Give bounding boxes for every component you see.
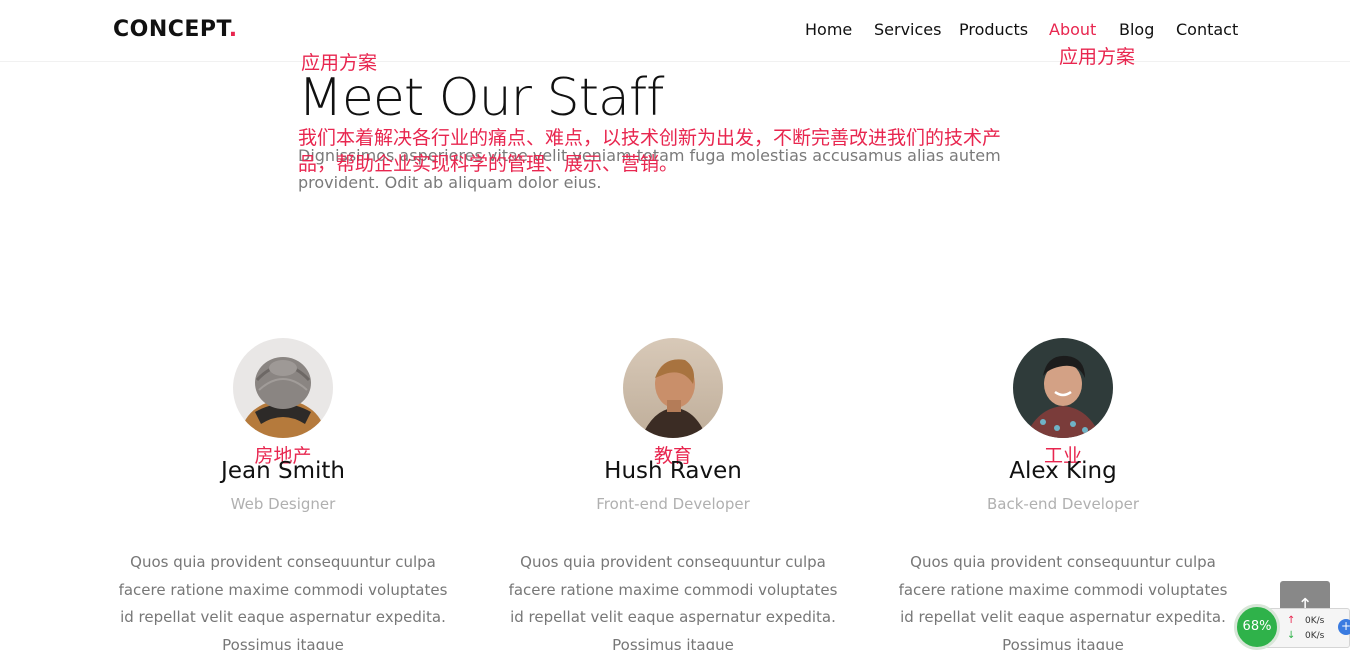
staff-role: Back-end Developer bbox=[987, 495, 1139, 513]
upload-arrow-icon: ↑ bbox=[1287, 615, 1296, 626]
plus-icon[interactable]: + bbox=[1338, 619, 1350, 635]
lead-overlay-note: 我们本着解决各行业的痛点、难点，以技术创新为出发，不断完善改进我们的技术产品，帮… bbox=[298, 127, 1002, 175]
site-logo[interactable]: CONCEPT. bbox=[113, 17, 238, 42]
logo-text: CONCEPT bbox=[113, 17, 229, 42]
download-arrow-icon: ↓ bbox=[1287, 630, 1296, 641]
network-speed-widget[interactable]: ↑ 0K/s ↓ 0K/s 68% + bbox=[1234, 604, 1350, 650]
staff-name: Alex King bbox=[1009, 458, 1117, 484]
nav-products[interactable]: Products bbox=[959, 20, 1028, 39]
profile-man-avatar bbox=[623, 338, 723, 438]
nav-about[interactable]: About bbox=[1049, 20, 1096, 39]
site-header: CONCEPT. Home Services Products About Bl… bbox=[0, 0, 1350, 62]
nav-home[interactable]: Home bbox=[805, 20, 852, 39]
nav-blog[interactable]: Blog bbox=[1119, 20, 1154, 39]
staff-name: Hush Raven bbox=[604, 458, 742, 484]
staff-name: Jean Smith bbox=[221, 458, 345, 484]
download-speed: 0K/s bbox=[1305, 631, 1325, 641]
staff-role: Front-end Developer bbox=[596, 495, 750, 513]
staff-bio: Quos quia provident consequuntur culpa f… bbox=[898, 553, 1228, 650]
staff-role: Web Designer bbox=[230, 495, 336, 513]
nav-services[interactable]: Services bbox=[874, 20, 941, 39]
page-title: Meet Our Staff bbox=[298, 68, 664, 128]
beanie-person-avatar bbox=[233, 338, 333, 438]
logo-dot: . bbox=[228, 17, 238, 42]
memory-usage-badge: 68% bbox=[1234, 604, 1280, 650]
nav-contact[interactable]: Contact bbox=[1176, 20, 1238, 39]
nav-overlay-note: 应用方案 bbox=[1059, 46, 1136, 68]
smiling-man-avatar bbox=[1013, 338, 1113, 438]
upload-speed: 0K/s bbox=[1305, 616, 1325, 626]
staff-bio: Quos quia provident consequuntur culpa f… bbox=[508, 553, 838, 650]
staff-bio: Quos quia provident consequuntur culpa f… bbox=[118, 553, 448, 650]
